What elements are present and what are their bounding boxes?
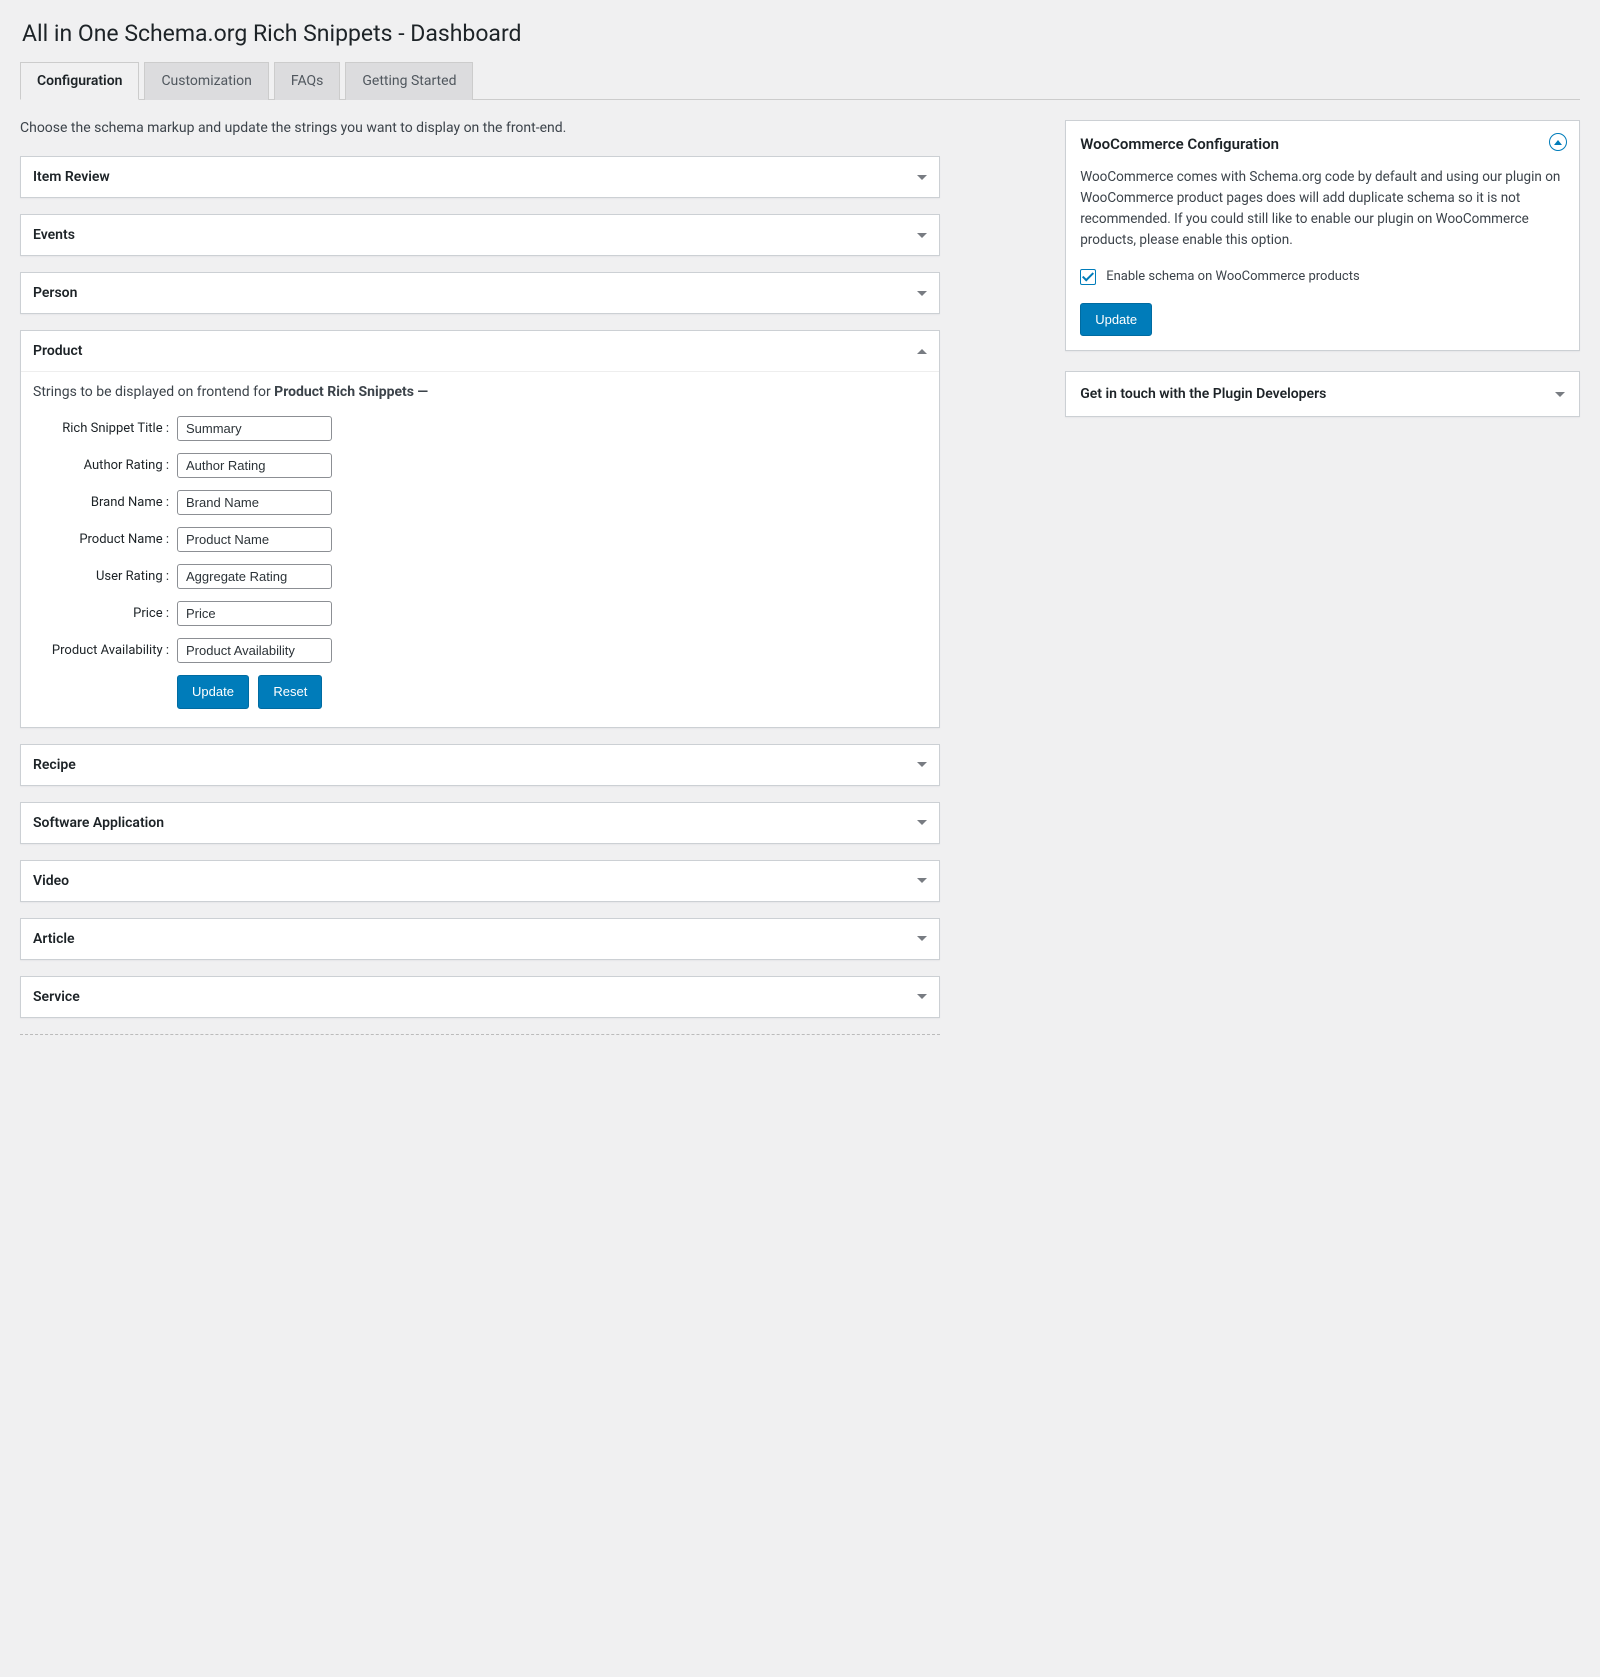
woo-config-title: WooCommerce Configuration <box>1080 135 1565 153</box>
accordion-article[interactable]: Article <box>20 918 940 960</box>
accordion-title: Software Application <box>33 815 164 831</box>
label-brand-name: Brand Name : <box>33 484 173 521</box>
input-brand-name[interactable] <box>177 490 332 515</box>
intro-text: Choose the schema markup and update the … <box>20 120 940 136</box>
chevron-down-icon <box>917 291 927 296</box>
accordion-title: Person <box>33 285 77 301</box>
accordion-title: Article <box>33 931 75 947</box>
accordion-product: Product Strings to be displayed on front… <box>20 330 940 728</box>
tab-customization[interactable]: Customization <box>144 62 268 100</box>
woo-enable-label: Enable schema on WooCommerce products <box>1106 269 1360 284</box>
product-panel-body: Strings to be displayed on frontend for … <box>21 371 939 727</box>
input-author-rating[interactable] <box>177 453 332 478</box>
input-product-availability[interactable] <box>177 638 332 663</box>
woo-enable-checkbox[interactable] <box>1080 269 1096 285</box>
chevron-down-icon <box>917 878 927 883</box>
accordion-title: Events <box>33 227 75 243</box>
input-rich-snippet-title[interactable] <box>177 416 332 441</box>
woo-update-button[interactable]: Update <box>1080 303 1152 337</box>
accordion-product-header[interactable]: Product <box>21 331 939 371</box>
accordion-software-application[interactable]: Software Application <box>20 802 940 844</box>
product-panel-description: Strings to be displayed on frontend for … <box>33 384 927 400</box>
accordion-title: Service <box>33 989 80 1005</box>
accordion-video[interactable]: Video <box>20 860 940 902</box>
label-rich-snippet-title: Rich Snippet Title : <box>33 410 173 447</box>
chevron-up-icon <box>917 349 927 354</box>
chevron-down-icon <box>917 175 927 180</box>
accordion-title: Recipe <box>33 757 76 773</box>
chevron-down-icon <box>917 820 927 825</box>
tab-faqs[interactable]: FAQs <box>274 62 341 100</box>
label-product-name: Product Name : <box>33 521 173 558</box>
label-author-rating: Author Rating : <box>33 447 173 484</box>
label-price: Price : <box>33 595 173 632</box>
accordion-recipe[interactable]: Recipe <box>20 744 940 786</box>
product-update-button[interactable]: Update <box>177 675 249 709</box>
woocommerce-config-box: WooCommerce Configuration WooCommerce co… <box>1065 120 1580 351</box>
label-product-availability: Product Availability : <box>33 632 173 669</box>
tab-getting-started[interactable]: Getting Started <box>345 62 473 100</box>
divider <box>20 1034 940 1035</box>
contact-developers-box[interactable]: Get in touch with the Plugin Developers <box>1065 371 1580 417</box>
chevron-down-icon <box>917 936 927 941</box>
nav-tabs: Configuration Customization FAQs Getting… <box>20 62 1580 100</box>
woo-config-body: WooCommerce comes with Schema.org code b… <box>1080 167 1565 251</box>
accordion-title: Product <box>33 343 82 359</box>
chevron-down-icon <box>917 994 927 999</box>
product-reset-button[interactable]: Reset <box>258 675 322 709</box>
input-price[interactable] <box>177 601 332 626</box>
chevron-down-icon <box>917 233 927 238</box>
chevron-down-icon <box>1555 392 1565 397</box>
contact-developers-title: Get in touch with the Plugin Developers <box>1080 386 1326 402</box>
accordion-person[interactable]: Person <box>20 272 940 314</box>
accordion-events[interactable]: Events <box>20 214 940 256</box>
accordion-title: Video <box>33 873 69 889</box>
chevron-down-icon <box>917 762 927 767</box>
collapse-toggle-icon[interactable] <box>1549 133 1567 151</box>
input-user-rating[interactable] <box>177 564 332 589</box>
label-user-rating: User Rating : <box>33 558 173 595</box>
page-title: All in One Schema.org Rich Snippets - Da… <box>22 20 1580 47</box>
tab-configuration[interactable]: Configuration <box>20 62 139 100</box>
accordion-service[interactable]: Service <box>20 976 940 1018</box>
accordion-item-review[interactable]: Item Review <box>20 156 940 198</box>
input-product-name[interactable] <box>177 527 332 552</box>
accordion-title: Item Review <box>33 169 110 185</box>
